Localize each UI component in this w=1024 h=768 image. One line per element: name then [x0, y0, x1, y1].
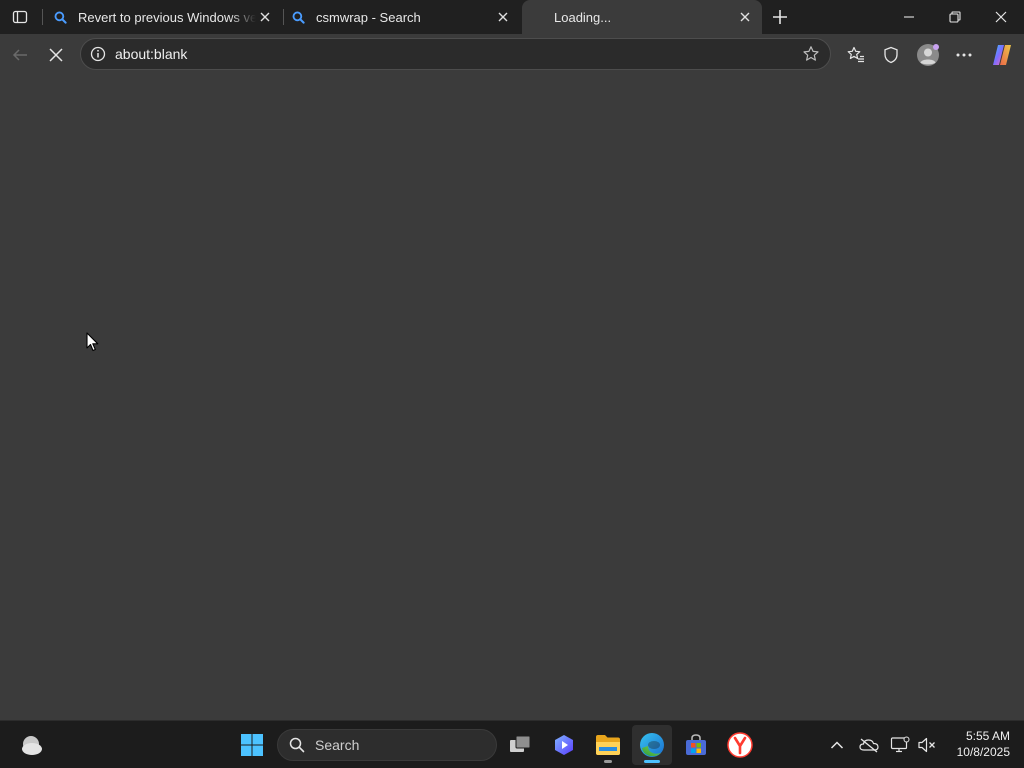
- task-view-icon: [510, 735, 531, 752]
- tab-loading[interactable]: Loading...: [522, 0, 762, 34]
- tab-separator: [42, 9, 43, 25]
- copilot-button[interactable]: [986, 39, 1018, 71]
- close-window-button[interactable]: [978, 0, 1024, 34]
- network-tray-button[interactable]: [888, 733, 912, 757]
- plus-icon: [773, 10, 787, 24]
- mouse-cursor-icon: [86, 332, 100, 357]
- tab-title: Revert to previous Windows versi: [78, 9, 256, 25]
- copilot-app-button[interactable]: [544, 725, 584, 765]
- microsoft-store-button[interactable]: [676, 725, 716, 765]
- weather-widget[interactable]: [12, 725, 52, 765]
- tab-title: csmwrap - Search: [316, 9, 421, 25]
- more-horizontal-icon: [956, 53, 972, 57]
- close-tab-icon[interactable]: [494, 8, 512, 26]
- weather-cloud-icon: [22, 736, 42, 755]
- onedrive-offline-icon: [859, 738, 879, 753]
- search-icon: [287, 735, 307, 755]
- add-favorite-icon[interactable]: [796, 39, 826, 69]
- url-text[interactable]: about:blank: [115, 46, 796, 62]
- browser-essentials-button[interactable]: [875, 39, 907, 71]
- search-icon: [290, 9, 306, 25]
- edge-browser-button[interactable]: [632, 725, 672, 765]
- yandex-browser-button[interactable]: [720, 725, 760, 765]
- tab-title: Loading...: [554, 9, 612, 25]
- copilot-icon: [993, 45, 1011, 65]
- volume-tray-button[interactable]: [915, 733, 939, 757]
- browser-toolbar: about:blank: [0, 34, 1024, 76]
- task-view-button[interactable]: [500, 725, 540, 765]
- page-content: [0, 76, 1024, 720]
- tab-actions-button[interactable]: [4, 0, 36, 34]
- taskbar: Search 5:55 AM 10/8/2025: [0, 720, 1024, 768]
- settings-more-button[interactable]: [948, 39, 980, 71]
- tab-strip: Revert to previous Windows versi csmwrap…: [0, 0, 1024, 34]
- close-tab-icon[interactable]: [256, 8, 274, 26]
- clock-time: 5:55 AM: [965, 729, 1010, 743]
- address-bar[interactable]: about:blank: [80, 38, 831, 70]
- avatar-icon: [917, 44, 939, 66]
- minimize-icon: [904, 16, 914, 18]
- site-info-icon[interactable]: [88, 44, 108, 64]
- close-icon: [995, 11, 1007, 23]
- stop-loading-button[interactable]: [40, 39, 72, 71]
- search-placeholder: Search: [315, 737, 360, 753]
- shield-icon: [884, 46, 898, 64]
- show-hidden-icons-button[interactable]: [825, 733, 849, 757]
- favorites-icon: [847, 46, 864, 63]
- clock[interactable]: 5:55 AM 10/8/2025: [944, 728, 1010, 760]
- store-bag-icon: [686, 734, 706, 755]
- edge-icon: [640, 733, 664, 757]
- favorites-button[interactable]: [840, 39, 872, 71]
- tab-csmwrap-search[interactable]: csmwrap - Search: [284, 0, 520, 34]
- yandex-icon: [727, 732, 753, 758]
- close-tab-icon[interactable]: [736, 8, 754, 26]
- restore-button[interactable]: [932, 0, 978, 34]
- network-display-icon: [890, 736, 910, 753]
- file-explorer-button[interactable]: [588, 725, 628, 765]
- browser-window: Revert to previous Windows versi csmwrap…: [0, 0, 1024, 720]
- copilot-app-icon: [555, 735, 573, 755]
- windows-logo-icon: [241, 734, 263, 756]
- volume-muted-icon: [918, 737, 935, 753]
- back-button[interactable]: [4, 39, 36, 71]
- tab-actions-icon: [12, 10, 28, 24]
- start-button[interactable]: [232, 725, 272, 765]
- restore-icon: [949, 11, 961, 23]
- chevron-up-icon: [830, 741, 844, 749]
- stop-icon: [49, 48, 63, 62]
- new-tab-button[interactable]: [766, 3, 794, 31]
- minimize-button[interactable]: [886, 0, 932, 34]
- profile-button[interactable]: [912, 39, 944, 71]
- search-icon: [52, 9, 68, 25]
- folder-icon: [596, 735, 620, 755]
- tab-revert-windows[interactable]: Revert to previous Windows versi: [46, 0, 282, 34]
- onedrive-tray-button[interactable]: [857, 733, 881, 757]
- clock-date: 10/8/2025: [956, 745, 1010, 759]
- taskbar-search-box[interactable]: Search: [277, 729, 497, 761]
- arrow-left-icon: [12, 49, 27, 61]
